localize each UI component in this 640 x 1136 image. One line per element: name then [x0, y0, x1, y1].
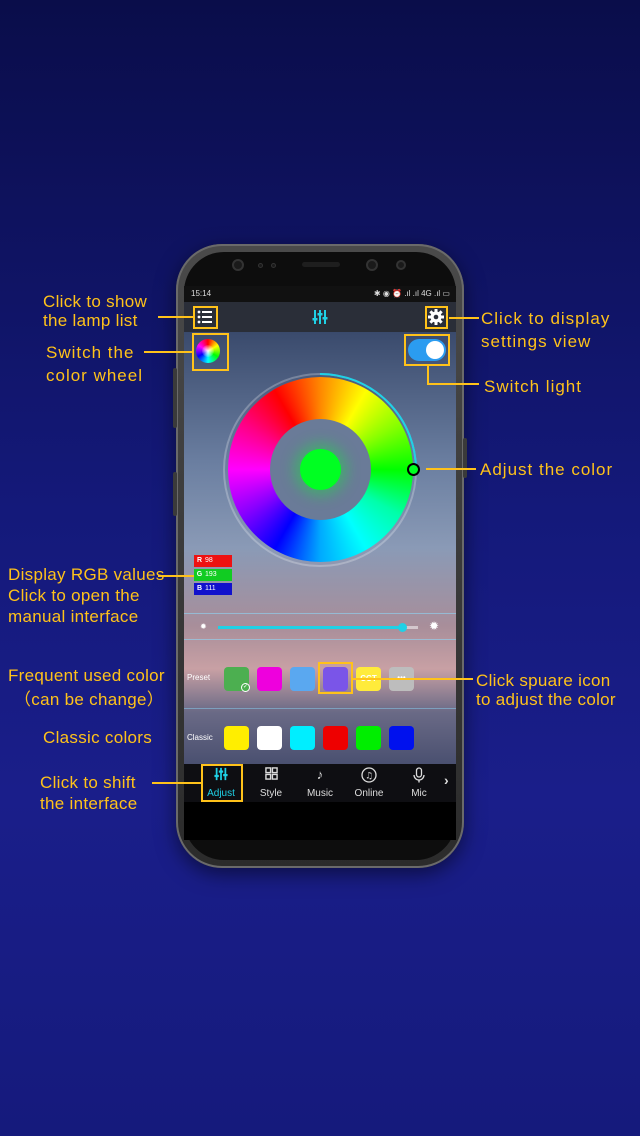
tab-label: Online [354, 788, 384, 799]
grid-icon [248, 767, 294, 783]
brightness-slider[interactable] [218, 623, 418, 632]
color-picker-handle[interactable] [407, 463, 420, 476]
annotation-settings-2: settings view [481, 332, 592, 351]
classic-swatch[interactable] [224, 726, 249, 750]
classic-swatch[interactable] [257, 726, 282, 750]
power-button [463, 438, 467, 478]
brightness-high-icon: ✹ [429, 619, 440, 633]
divider [184, 708, 456, 709]
highlight-gear-icon [425, 306, 448, 329]
divider [184, 613, 456, 614]
control-panel: R98 G193 B111 ✹ ✹ Preset ✓CCT••• Classic [184, 332, 456, 764]
rgb-green: G 193 [194, 569, 232, 581]
status-time: 15:14 [191, 289, 212, 298]
tab-online[interactable]: ♫ Online [346, 764, 392, 802]
annotation-frequent-2: （can be change） [14, 690, 165, 709]
annotation-rgb-2: Click to open the [8, 586, 140, 605]
connector-color-wheel [144, 351, 193, 353]
tab-mic[interactable]: Mic [396, 764, 442, 802]
annotation-color-wheel-1: Switch the [46, 343, 135, 362]
iris-scanner [396, 260, 406, 270]
highlight-color-wheel-icon [192, 333, 229, 371]
color-wheel[interactable] [228, 377, 420, 562]
classic-swatch[interactable] [389, 726, 414, 750]
power-button-left [173, 472, 177, 516]
annotation-color-wheel-2: color wheel [46, 366, 143, 385]
chevron-right-icon[interactable]: › [444, 772, 449, 788]
preset-swatch[interactable]: ✓ [224, 667, 250, 692]
tab-label: Music [306, 788, 334, 799]
connector-settings [449, 317, 479, 319]
highlight-adjust-tab [201, 764, 243, 802]
selected-check-icon: ✓ [241, 683, 250, 692]
annotation-rgb-1: Display RGB values [8, 565, 165, 584]
app-bar [184, 302, 456, 332]
preset-label: Preset [187, 673, 211, 682]
highlight-switch [404, 334, 450, 366]
status-icons: ✱ ◉ ⏰ .ıl .ıl 4G .ıl ▭ [373, 289, 450, 298]
brightness-slider-fill [218, 626, 402, 629]
earpiece-speaker [302, 262, 340, 267]
svg-text:♫: ♫ [365, 772, 373, 782]
volume-button [173, 368, 177, 428]
classic-swatch[interactable] [290, 726, 315, 750]
annotation-adjust-color: Adjust the color [480, 460, 614, 479]
brightness-low-icon: ✹ [200, 622, 207, 631]
preset-swatch[interactable] [257, 667, 282, 691]
annotation-square-icon-2: to adjust the color [476, 690, 616, 709]
annotation-lamp-list-2: the lamp list [43, 311, 138, 330]
annotation-rgb-3: manual interface [8, 607, 139, 626]
classic-label: Classic [187, 733, 213, 742]
tab-music[interactable]: ♪ Music [297, 764, 343, 802]
annotation-switch-light: Switch light [484, 377, 582, 396]
annotation-shift-1: Click to shift [40, 773, 136, 792]
annotation-settings-1: Click to display [481, 309, 611, 328]
classic-swatch[interactable] [356, 726, 381, 750]
highlight-preset-square [318, 662, 353, 694]
classic-swatch[interactable] [323, 726, 348, 750]
rgb-red: R 98 [194, 555, 232, 567]
connector-adjust-color [426, 468, 476, 470]
equalizer-icon [312, 309, 328, 325]
annotation-frequent-1: Frequent used color [8, 666, 165, 685]
rgb-blue: B 111 [194, 583, 232, 595]
annotation-shift-2: the interface [40, 794, 138, 813]
brightness-slider-knob[interactable] [398, 623, 407, 632]
tab-label: Style [259, 788, 283, 799]
annotation-square-icon-1: Click spuare icon [476, 671, 611, 690]
annotation-lamp-list-1: Click to show [43, 292, 148, 311]
connector-shift [152, 782, 201, 784]
connector-square-icon [353, 678, 473, 680]
navigation-area [184, 802, 456, 840]
connector-lamp-list [158, 316, 194, 318]
divider [184, 639, 456, 640]
microphone-icon [396, 767, 442, 783]
proximity-sensor [271, 263, 276, 268]
preset-swatch[interactable] [290, 667, 315, 691]
tab-label: Mic [411, 788, 427, 799]
online-music-icon: ♫ [346, 767, 392, 783]
highlight-list-icon [193, 306, 218, 329]
sensor [366, 259, 378, 271]
connector-switch-v [427, 366, 429, 384]
current-color-preview [300, 449, 341, 490]
connector-switch-h [427, 383, 479, 385]
status-bar: 15:14 ✱ ◉ ⏰ .ıl .ıl 4G .ıl ▭ [184, 286, 456, 302]
tab-style[interactable]: Style [248, 764, 294, 802]
annotation-classic: Classic colors [43, 728, 153, 747]
music-note-icon: ♪ [316, 767, 324, 782]
light-sensor [258, 263, 263, 268]
front-camera [232, 259, 244, 271]
